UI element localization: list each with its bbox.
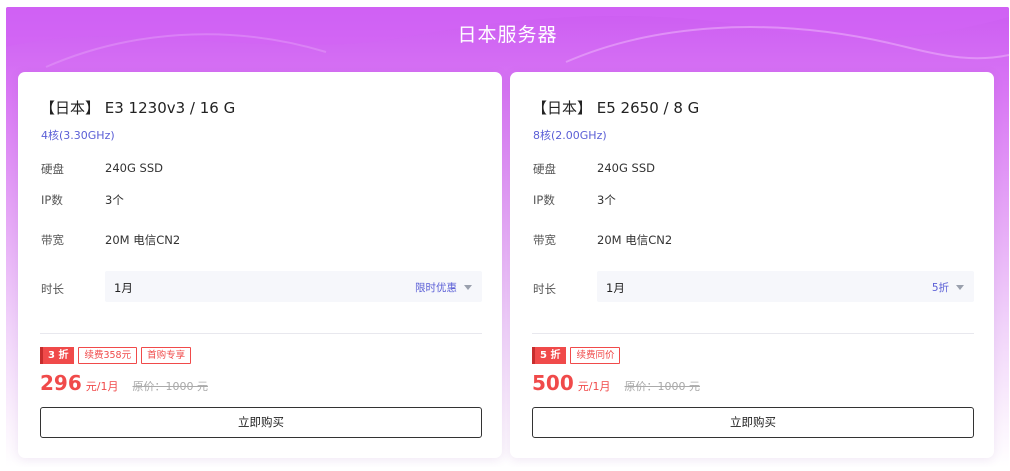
divider (40, 333, 482, 334)
discount-badge: 3 折 (40, 347, 75, 364)
disk-value: 240G SSD (105, 161, 163, 175)
original-price: 原价：1000 元 (132, 380, 208, 393)
duration-promo-text: 限时优惠 (415, 282, 457, 294)
server-title: 【日本】 E3 1230v3 / 16 G (40, 99, 236, 117)
caret-down-icon (956, 285, 964, 290)
original-price: 原价：1000 元 (624, 380, 700, 393)
bandwidth-label: 带宽 (41, 233, 64, 247)
ip-count-value: 3个 (105, 193, 124, 207)
price-unit: 元/1月 (85, 380, 119, 393)
ip-count-label: IP数 (41, 193, 63, 207)
duration-selected-value: 1月 (606, 281, 625, 295)
tag-row: 5 折续费同价 (532, 347, 624, 364)
duration-promo-text: 5折 (931, 282, 949, 294)
server-title: 【日本】 E5 2650 / 8 G (532, 99, 700, 117)
first-purchase-tag: 首购专享 (141, 347, 192, 364)
price-value: 500 (532, 371, 574, 395)
discount-badge: 5 折 (532, 347, 567, 364)
duration-label: 时长 (41, 282, 64, 296)
page-title: 日本服务器 (457, 24, 558, 46)
divider (532, 333, 974, 334)
server-card-e5-2650: 【日本】 E5 2650 / 8 G 8核(2.00GHz) 硬盘 240G S… (510, 72, 994, 458)
duration-select[interactable]: 1月 5折 (597, 271, 974, 302)
price-value: 296 (40, 371, 82, 395)
price-unit: 元/1月 (577, 380, 611, 393)
caret-down-icon (464, 285, 472, 290)
renewal-tag: 续费358元 (78, 347, 138, 364)
bandwidth-label: 带宽 (533, 233, 556, 247)
bandwidth-value: 20M 电信CN2 (105, 233, 181, 247)
buy-now-button[interactable]: 立即购买 (532, 407, 974, 438)
server-card-e3-1230v3: 【日本】 E3 1230v3 / 16 G 4核(3.30GHz) 硬盘 240… (18, 72, 502, 458)
bandwidth-value: 20M 电信CN2 (597, 233, 673, 247)
buy-now-button[interactable]: 立即购买 (40, 407, 482, 438)
price-line: 500 元/1月 原价：1000 元 (532, 371, 700, 395)
cpu-spec: 4核(3.30GHz) (41, 129, 115, 142)
duration-label: 时长 (533, 282, 556, 296)
disk-value: 240G SSD (597, 161, 655, 175)
renewal-tag: 续费同价 (570, 347, 621, 364)
server-section: 日本服务器 【日本】 E3 1230v3 / 16 G 4核(3.30GHz) … (6, 7, 1009, 467)
ip-count-value: 3个 (597, 193, 616, 207)
tag-row: 3 折续费358元 首购专享 (40, 347, 195, 364)
cpu-spec: 8核(2.00GHz) (533, 129, 607, 142)
duration-selected-value: 1月 (114, 281, 133, 295)
disk-label: 硬盘 (41, 162, 64, 176)
disk-label: 硬盘 (533, 162, 556, 176)
price-line: 296 元/1月 原价：1000 元 (40, 371, 208, 395)
duration-select[interactable]: 1月 限时优惠 (105, 271, 482, 302)
ip-count-label: IP数 (533, 193, 555, 207)
